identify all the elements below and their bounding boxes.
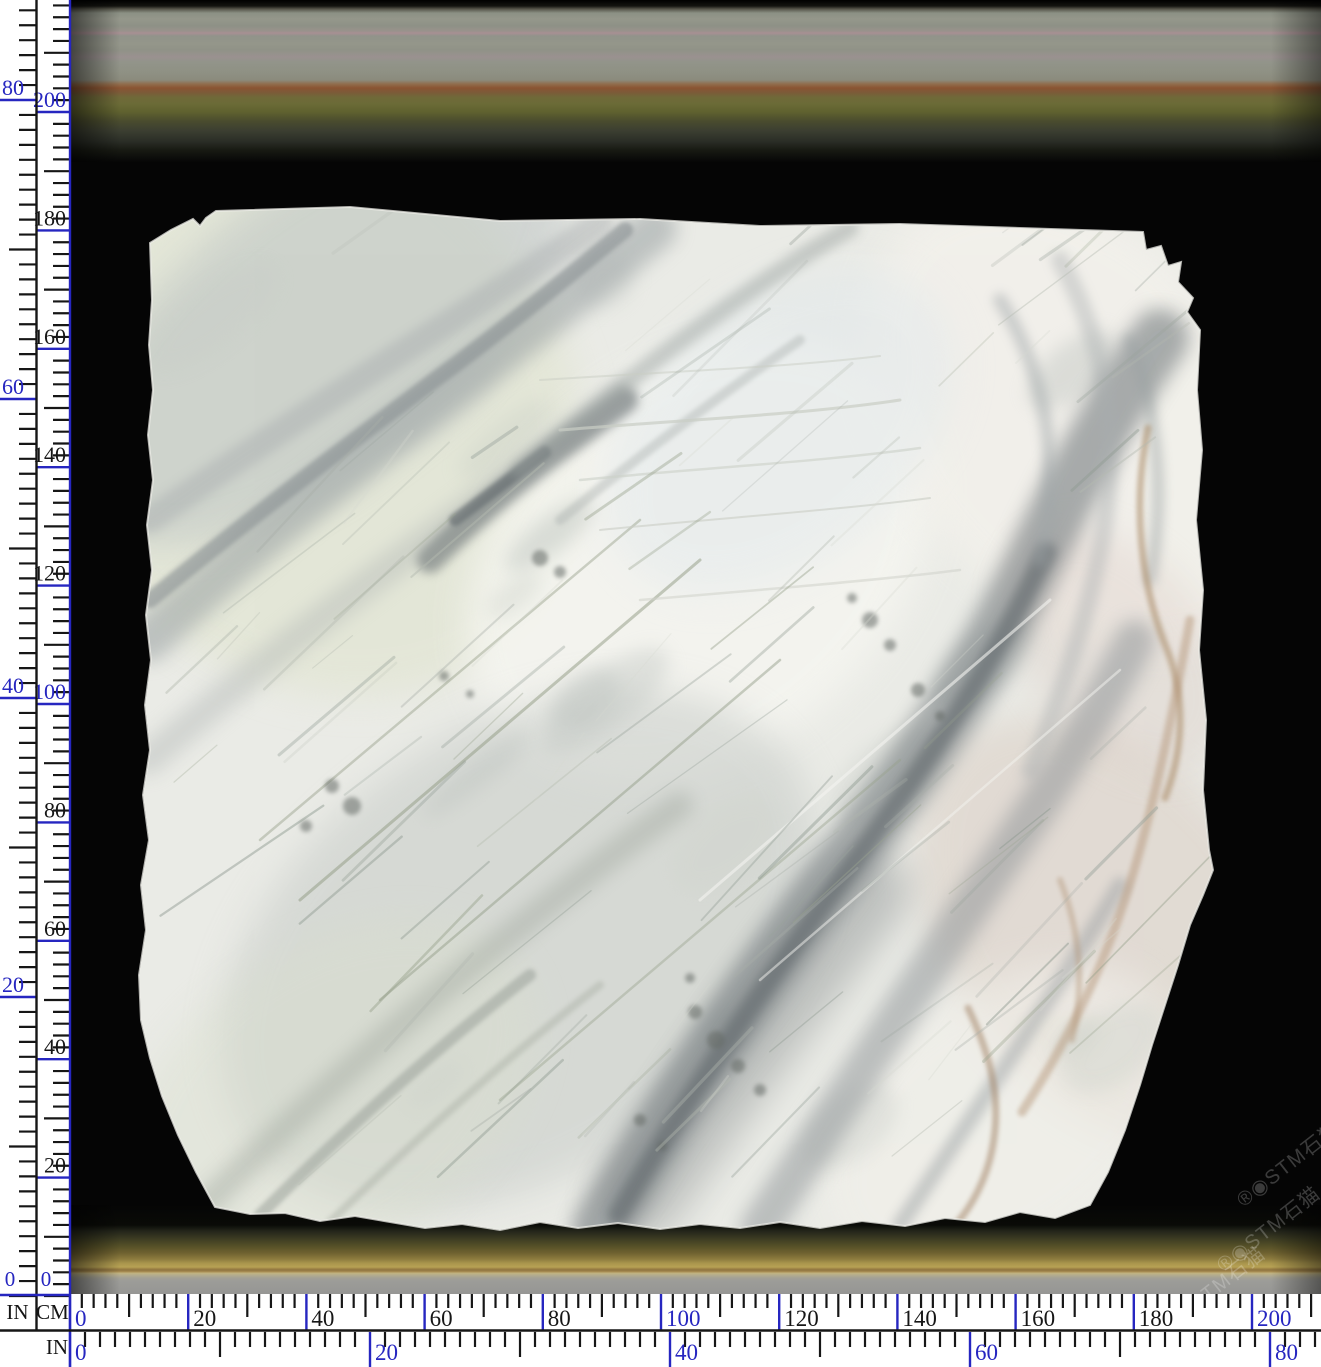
ruler-label: 60 — [44, 916, 66, 941]
ruler-label: 160 — [1021, 1306, 1056, 1331]
unit-label-cm: CM — [35, 1294, 70, 1330]
ruler-label: 0 — [75, 1306, 87, 1331]
ruler-label: 140 — [902, 1306, 937, 1331]
ruler-label: 80 — [44, 797, 66, 822]
ruler-label: 200 — [1257, 1306, 1292, 1331]
slab-scan-viewport: ®◉STM石猫 ®◉STM石猫 ®◉STM石猫 2040608020406080… — [0, 0, 1321, 1367]
ruler-label: 20 — [375, 1340, 398, 1365]
ruler-label: 20 — [44, 1153, 66, 1178]
ruler-label: 40 — [44, 1034, 66, 1059]
unit-label-in: IN — [46, 1335, 68, 1360]
ruler-label: 80 — [2, 75, 24, 100]
ruler-label: 120 — [33, 561, 66, 586]
ruler-label: 180 — [1139, 1306, 1174, 1331]
ruler-label: 20 — [193, 1306, 216, 1331]
ruler-label: 40 — [311, 1306, 334, 1331]
ruler-label: 200 — [33, 87, 66, 112]
measurement-rulers: 2040608020406080100120140160180200020406… — [0, 0, 1321, 1367]
ruler-label: 100 — [33, 679, 66, 704]
ruler-unit-header: IN CM — [0, 1294, 70, 1330]
ruler-label: 20 — [2, 972, 24, 997]
ruler-label: 60 — [2, 374, 24, 399]
ruler-label: 80 — [1275, 1340, 1298, 1365]
ruler-label: 60 — [430, 1306, 453, 1331]
ruler-label: 140 — [33, 442, 66, 467]
ruler-label: 60 — [975, 1340, 998, 1365]
ruler-label: 100 — [666, 1306, 701, 1331]
left-in-ruler-zero: 0 — [0, 1267, 20, 1291]
ruler-label: 80 — [548, 1306, 571, 1331]
left-cm-ruler-zero: 0 — [36, 1267, 56, 1291]
ruler-unit-header-in: IN — [0, 1332, 71, 1362]
ruler-label: 180 — [33, 205, 66, 230]
ruler-label: 40 — [2, 673, 24, 698]
ruler-label: 40 — [675, 1340, 698, 1365]
unit-label-in: IN — [0, 1294, 35, 1330]
ruler-label: 0 — [75, 1340, 87, 1365]
ruler-label: 160 — [33, 324, 66, 349]
ruler-label: 120 — [784, 1306, 819, 1331]
